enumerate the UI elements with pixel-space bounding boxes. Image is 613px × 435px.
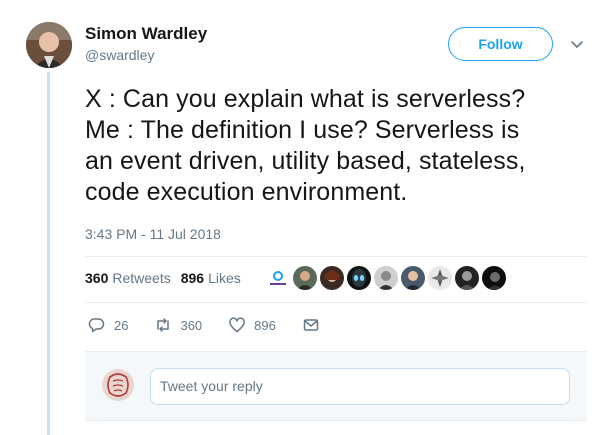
like-action[interactable]: 896 <box>228 316 276 334</box>
tweet-line: code execution environment. <box>85 178 408 206</box>
tweet-timestamp[interactable]: 3:43 PM - 11 Jul 2018 <box>85 226 221 242</box>
reply-icon <box>88 318 105 333</box>
tweet-line: Me : The definition I use? Serverless is <box>85 116 520 144</box>
liker-avatar-alien[interactable] <box>347 266 371 290</box>
liker-avatar[interactable] <box>320 266 344 290</box>
retweets-count: 360 <box>85 270 109 286</box>
tweet-line: X : Can you explain what is serverless? <box>85 85 526 113</box>
current-user-avatar <box>102 369 134 401</box>
retweets-label: Retweets <box>112 270 171 286</box>
liker-avatar[interactable] <box>455 266 479 290</box>
tweet-line: an event driven, utility based, stateles… <box>85 147 526 175</box>
envelope-icon <box>303 319 319 331</box>
retweet-count: 360 <box>180 317 203 333</box>
like-count: 896 <box>254 317 276 333</box>
divider <box>85 302 587 303</box>
heart-icon <box>229 317 245 333</box>
liker-avatars <box>266 266 506 290</box>
liker-avatar[interactable] <box>293 266 317 290</box>
liker-avatar[interactable] <box>482 266 506 290</box>
likes-label: Likes <box>208 270 241 286</box>
liker-avatar[interactable] <box>401 266 425 290</box>
divider <box>85 256 587 257</box>
author-handle[interactable]: @swardley <box>85 47 154 63</box>
liker-avatar[interactable] <box>374 266 398 290</box>
reply-action[interactable]: 26 <box>88 316 128 334</box>
reply-input[interactable]: Tweet your reply <box>150 368 570 405</box>
retweet-icon <box>157 318 170 332</box>
follow-button[interactable]: Follow <box>448 27 553 61</box>
liker-avatar-pyoneer[interactable] <box>266 266 290 290</box>
tweet-text: X : Can you explain what is serverless? … <box>85 84 595 208</box>
reply-composer: Tweet your reply <box>85 351 587 421</box>
author-name[interactable]: Simon Wardley <box>85 24 207 44</box>
message-action[interactable] <box>302 316 320 334</box>
retweets-stat[interactable]: 360 Retweets <box>85 270 171 286</box>
tweet-actions: 26 360 896 <box>88 316 346 334</box>
likes-count: 896 <box>180 270 205 286</box>
retweet-action[interactable]: 360 <box>154 316 202 334</box>
thread-line <box>47 72 50 435</box>
reply-count: 26 <box>114 317 129 333</box>
tweet-stats: 360 Retweets 896 Likes <box>85 270 241 286</box>
chevron-down-icon[interactable] <box>569 36 585 52</box>
liker-avatar[interactable] <box>428 266 452 290</box>
author-avatar[interactable] <box>26 22 72 68</box>
likes-stat[interactable]: 896 Likes <box>181 270 241 286</box>
